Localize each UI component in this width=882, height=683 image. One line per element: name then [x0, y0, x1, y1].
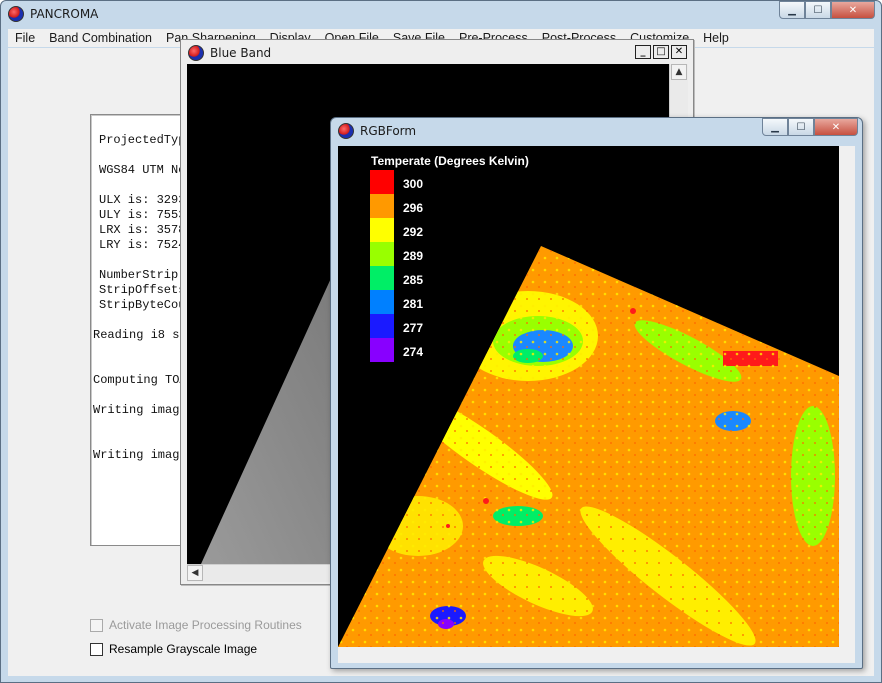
checkbox-box	[90, 642, 103, 656]
blue-band-maximize-button[interactable]: □	[653, 45, 669, 59]
checkbox-box	[90, 618, 103, 632]
main-window-title: PANCROMA	[30, 7, 99, 21]
legend-swatch	[370, 266, 394, 290]
log-line: LRX is: 3578	[99, 223, 186, 237]
scroll-up-arrow-icon[interactable]: ▲	[671, 64, 687, 80]
log-line: ProjectedType	[99, 133, 193, 147]
rgb-minimize-button[interactable]: ▁	[762, 118, 788, 136]
legend-title: Temperate (Degrees Kelvin)	[371, 154, 529, 168]
temperature-map-image	[338, 146, 839, 647]
legend-swatch	[370, 338, 394, 362]
rgb-form-window: RGBForm ▁ ☐ ✕ Temperate (Degrees Kelvin)…	[330, 117, 863, 669]
minimize-icon: ▁	[788, 4, 796, 16]
checkbox-label: Activate Image Processing Routines	[109, 618, 302, 632]
main-minimize-button[interactable]: ▁	[779, 1, 805, 19]
pancroma-app-icon	[8, 6, 24, 22]
maximize-icon: □	[656, 46, 666, 57]
activate-processing-checkbox[interactable]: Activate Image Processing Routines	[90, 618, 302, 632]
menu-help[interactable]: Help	[696, 31, 736, 45]
blue-band-titlebar[interactable]: Blue Band	[185, 44, 689, 62]
legend-label: 296	[403, 201, 424, 215]
main-titlebar[interactable]: PANCROMA	[1, 1, 881, 27]
checkbox-label: Resample Grayscale Image	[109, 642, 258, 656]
legend-swatch	[370, 218, 394, 242]
legend-label: 274	[403, 345, 424, 359]
legend-swatch	[370, 170, 394, 194]
log-line: StripOffsets	[99, 283, 186, 297]
legend-label: 277	[403, 321, 424, 335]
main-close-button[interactable]: ✕	[831, 1, 875, 19]
maximize-icon: ☐	[813, 4, 823, 16]
log-line: Writing image	[93, 448, 187, 462]
close-icon: ✕	[831, 121, 841, 133]
rgb-form-app-icon	[338, 123, 354, 139]
blue-band-minimize-button[interactable]: _	[635, 45, 651, 59]
scroll-left-arrow-icon[interactable]: ◀	[187, 565, 203, 581]
rgb-close-button[interactable]: ✕	[814, 118, 858, 136]
legend-label: 300	[403, 177, 424, 191]
blue-band-app-icon	[188, 45, 204, 61]
blue-band-title: Blue Band	[210, 46, 272, 60]
log-line: LRY is: 7524	[99, 238, 186, 252]
blue-band-close-button[interactable]: ✕	[671, 45, 687, 59]
legend-label: 281	[403, 297, 424, 311]
close-icon: ✕	[674, 46, 684, 57]
legend-swatch	[370, 314, 394, 338]
legend-label: 289	[403, 249, 424, 263]
menu-file[interactable]: File	[8, 31, 42, 45]
log-line: Computing TOA	[93, 373, 187, 387]
rgb-form-title: RGBForm	[360, 124, 417, 138]
maximize-icon: ☐	[796, 121, 806, 133]
main-maximize-button[interactable]: ☐	[805, 1, 831, 19]
log-line: ULX is: 3293	[99, 193, 186, 207]
rgb-maximize-button[interactable]: ☐	[788, 118, 814, 136]
resample-grayscale-checkbox[interactable]: Resample Grayscale Image	[90, 642, 257, 656]
log-line: Reading i8 st	[93, 328, 187, 342]
legend-swatch	[370, 194, 394, 218]
log-line: WGS84 UTM No	[99, 163, 186, 177]
close-icon: ✕	[848, 4, 858, 16]
minimize-icon: ▁	[771, 121, 779, 133]
legend-swatch	[370, 242, 394, 266]
minimize-icon: _	[640, 46, 646, 57]
legend-label: 285	[403, 273, 424, 287]
log-line: NumberStrip(	[99, 268, 186, 282]
log-line: StripByteCou	[99, 298, 186, 312]
legend-label: 292	[403, 225, 424, 239]
log-line: Writing image	[93, 403, 187, 417]
legend-swatch	[370, 290, 394, 314]
log-line: ULY is: 7553	[99, 208, 186, 222]
menu-band-combination[interactable]: Band Combination	[42, 31, 159, 45]
rgb-client-area: Temperate (Degrees Kelvin) 300 296 292 2…	[338, 146, 855, 663]
